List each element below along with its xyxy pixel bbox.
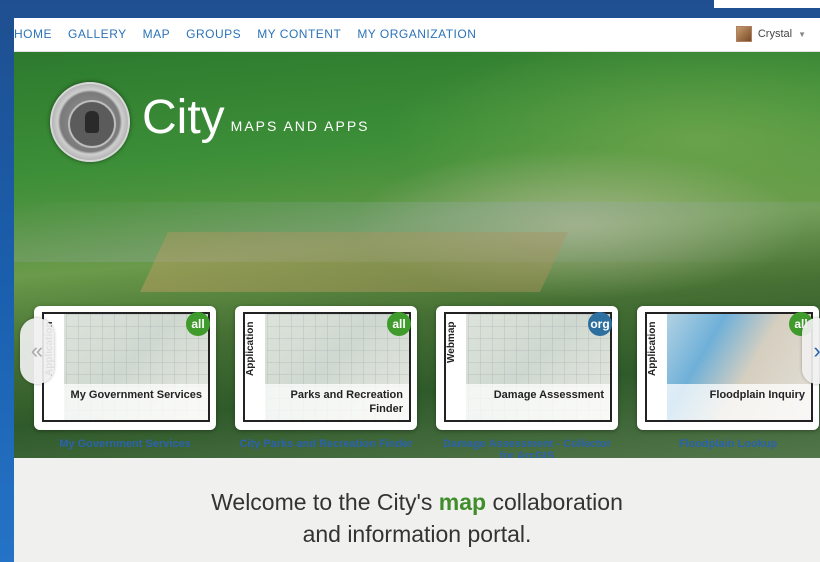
app-card[interactable]: Webmap Damage Assessment org Damage Asse… [436,306,618,462]
card-thumbnail: Application My Government Services [42,312,210,422]
brand-city: City [142,91,225,144]
app-card[interactable]: Application Parks and Recreation Finder … [235,306,417,450]
card-type-strip: Application [647,314,667,420]
nav-home[interactable]: HOME [14,27,52,41]
nav-gallery[interactable]: GALLERY [68,27,127,41]
user-name: Crystal [757,28,793,40]
welcome-highlight: map [438,489,487,515]
card-title: Parks and Recreation Finder [265,384,409,420]
welcome-text-after: collaboration [486,489,623,515]
card-type: Application [245,322,256,377]
city-seal-logo [50,82,130,162]
card-thumbnail: Webmap Damage Assessment [444,312,612,422]
avatar [735,26,752,42]
caret-down-icon: ▼ [798,29,806,39]
brand-subtitle: MAPS AND APPS [230,118,370,134]
hero-fields [140,232,568,292]
app-card[interactable]: Application Floodplain Inquiry all Flood… [637,306,819,450]
nav-map[interactable]: MAP [143,27,171,41]
access-badge: all [186,312,210,336]
card-type: Application [647,322,658,377]
window-top-strip [714,0,820,8]
card-title: My Government Services [64,384,208,420]
card-title: Damage Assessment [466,384,610,420]
welcome-text: Welcome to the City's map collaboration … [14,458,820,550]
carousel-prev-button[interactable]: « [20,318,54,384]
carousel-next-button[interactable]: › [802,318,820,384]
portal-page: HOME GALLERY MAP GROUPS MY CONTENT MY OR… [14,18,820,562]
access-badge: org [588,312,612,336]
nav-groups[interactable]: GROUPS [186,27,241,41]
nav-links: HOME GALLERY MAP GROUPS MY CONTENT MY OR… [14,27,476,41]
card-thumbnail: Application Parks and Recreation Finder [243,312,411,422]
nav-my-organization[interactable]: MY ORGANIZATION [357,27,476,41]
nav-my-content[interactable]: MY CONTENT [257,27,341,41]
seal-inner [68,100,116,148]
app-carousel: Application My Government Services all M… [14,302,820,462]
hero-banner: City MAPS AND APPS Application My Govern… [14,52,820,482]
app-card[interactable]: Application My Government Services all M… [34,306,216,450]
welcome-section: Welcome to the City's map collaboration … [14,458,820,562]
card-caption-link[interactable]: City Parks and Recreation Finder [235,438,417,450]
card-type-strip: Application [245,314,265,420]
access-badge: all [387,312,411,336]
card-caption-link[interactable]: Floodplain Lookup [637,438,819,450]
top-nav: HOME GALLERY MAP GROUPS MY CONTENT MY OR… [14,18,820,52]
card-caption-link[interactable]: My Government Services [34,438,216,450]
card-type: Webmap [446,322,457,364]
card-type-strip: Webmap [446,314,466,420]
eagle-icon [85,111,99,133]
welcome-text-before: Welcome to the City's [211,489,439,515]
welcome-line2: and information portal. [302,521,532,547]
user-menu[interactable]: Crystal ▼ [735,26,806,42]
card-thumbnail: Application Floodplain Inquiry [645,312,813,422]
brand-title: City MAPS AND APPS [142,94,370,142]
card-title: Floodplain Inquiry [667,384,811,420]
